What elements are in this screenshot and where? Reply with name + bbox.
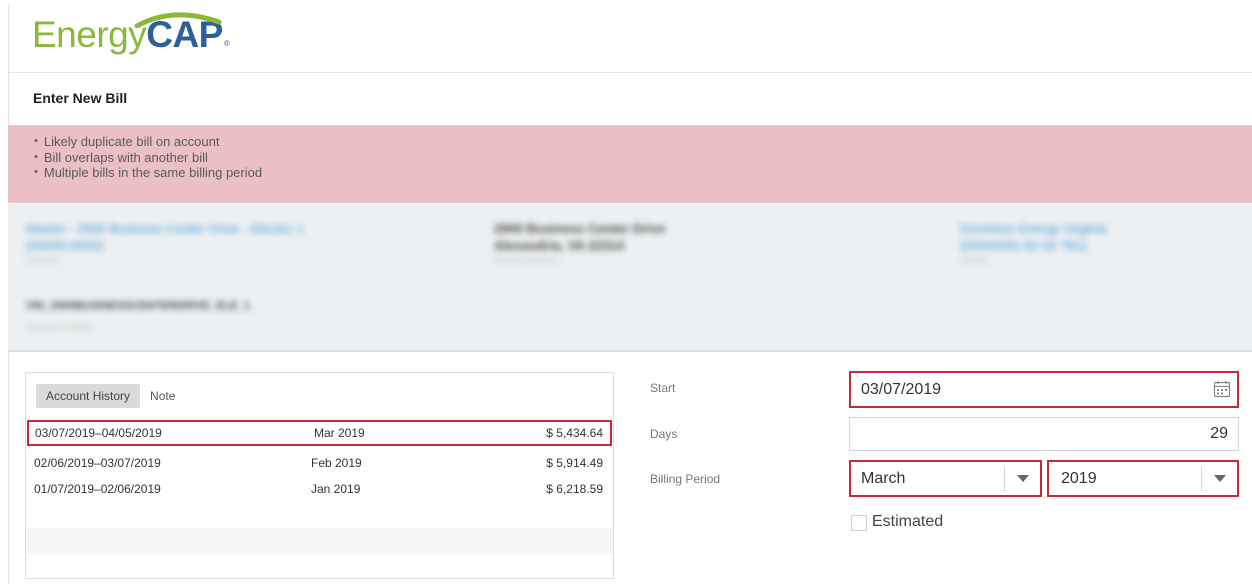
history-row-flagged[interactable]: 03/07/2019–04/05/2019 Mar 2019 $ 5,434.6… — [27, 420, 612, 446]
tab-account-history[interactable]: Account History — [36, 384, 141, 408]
tab-note[interactable]: Note — [140, 384, 185, 408]
start-label: Start — [650, 381, 676, 395]
billing-month-select[interactable]: March — [849, 460, 1042, 497]
address-block: 2900 Business Center Drive Alexandria, V… — [494, 220, 794, 266]
billing-year-select[interactable]: 2019 — [1047, 460, 1239, 497]
alert-item: Multiple bills in the same billing perio… — [34, 165, 1252, 181]
address-line: Alexandria, VA 22314 — [494, 238, 625, 253]
history-tabs: Account History Note — [36, 384, 185, 408]
empty-row — [26, 502, 613, 528]
billing-year-value: 2019 — [1061, 470, 1097, 487]
account-link-code[interactable]: (00000-0000) — [26, 237, 446, 254]
logo-registered-mark: ® — [223, 39, 230, 48]
empty-row — [26, 528, 613, 554]
account-history-panel: Account History Note 03/07/2019–04/05/20… — [25, 372, 614, 579]
meter-block: VIN_2900BUSINESSCENTERDRIVE_ELE_1 Accoun… — [26, 298, 446, 333]
row-period: Mar 2019 — [314, 426, 365, 440]
calendar-icon[interactable] — [1213, 380, 1231, 398]
days-label: Days — [650, 427, 678, 441]
row-date-range: 01/07/2019–02/06/2019 — [34, 482, 161, 496]
page-title: Enter New Bill — [33, 90, 128, 106]
energycap-logo[interactable]: Energy CAP ® — [32, 10, 230, 60]
account-block: Master - 2900 Business Center Drive - El… — [26, 220, 446, 266]
billing-month-value: March — [861, 470, 906, 487]
estimated-label[interactable]: Estimated — [872, 513, 943, 531]
select-divider — [1004, 467, 1005, 491]
select-divider — [1201, 467, 1202, 491]
start-date-value: 03/07/2019 — [861, 381, 942, 398]
vendor-link-code[interactable]: (0000000) 00-18 7811 — [960, 237, 1220, 254]
row-period: Jan 2019 — [311, 482, 361, 496]
estimated-checkbox[interactable] — [851, 515, 867, 531]
row-period: Feb 2019 — [311, 456, 362, 470]
history-row[interactable]: 01/07/2019–02/06/2019 Jan 2019 $ 6,218.5… — [26, 476, 613, 502]
meter-code: VIN_2900BUSINESSCENTERDRIVE_ELE_1 — [26, 300, 250, 312]
alert-item: Bill overlaps with another bill — [34, 150, 1252, 166]
validation-alert: Likely duplicate bill on account Bill ov… — [8, 125, 1252, 203]
days-value: 29 — [1210, 425, 1228, 442]
chevron-down-icon[interactable] — [1214, 475, 1226, 482]
account-caption: Account — [26, 255, 59, 265]
account-info-panel: Master - 2900 Business Center Drive - El… — [8, 204, 1252, 352]
row-date-range: 02/06/2019–03/07/2019 — [34, 456, 161, 470]
alert-item: Likely duplicate bill on account — [34, 134, 1252, 150]
vendor-block: Dominion Energy Virginia (0000000) 00-18… — [960, 220, 1220, 266]
vendor-caption: Vendor — [960, 255, 989, 265]
row-date-range: 03/07/2019–04/05/2019 — [35, 426, 162, 440]
billing-period-label: Billing Period — [650, 472, 721, 486]
start-date-input[interactable]: 03/07/2019 — [849, 371, 1239, 408]
days-input[interactable]: 29 — [849, 417, 1239, 451]
row-amount: $ 6,218.59 — [546, 482, 603, 496]
logo-swoosh-icon — [134, 12, 222, 28]
meter-caption: Account to Meter — [26, 322, 95, 332]
logo-energy-text: Energy — [32, 14, 147, 55]
address-caption: Service address — [494, 255, 559, 265]
row-amount: $ 5,914.49 — [546, 456, 603, 470]
chevron-down-icon[interactable] — [1017, 475, 1029, 482]
history-row[interactable]: 02/06/2019–03/07/2019 Feb 2019 $ 5,914.4… — [26, 450, 613, 476]
row-amount: $ 5,434.64 — [546, 426, 603, 440]
header-divider — [8, 72, 1252, 73]
account-link[interactable]: Master - 2900 Business Center Drive - El… — [26, 220, 446, 237]
vendor-link[interactable]: Dominion Energy Virginia — [960, 220, 1220, 237]
address-line: 2900 Business Center Drive — [494, 221, 666, 236]
